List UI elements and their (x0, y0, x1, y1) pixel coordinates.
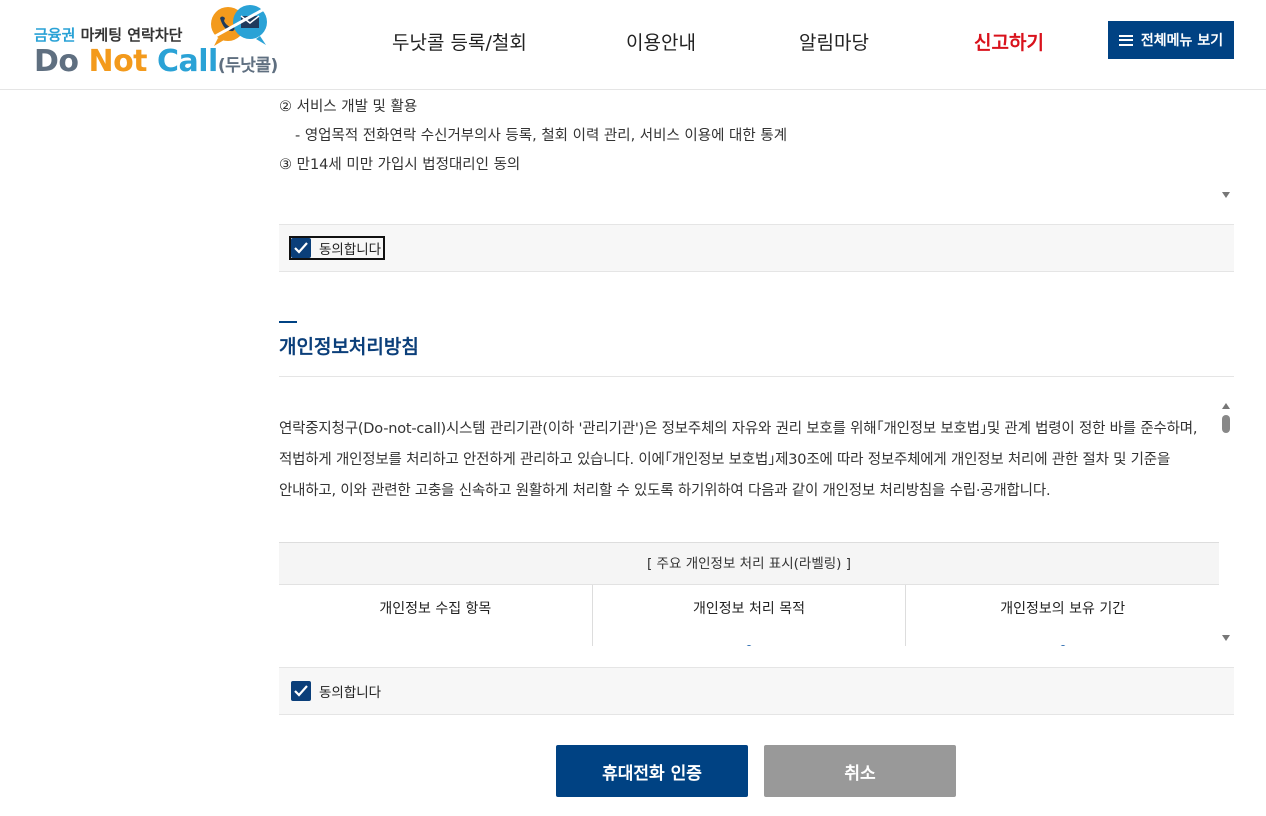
logo-word-korean: (두낫콜) (217, 56, 278, 76)
labeling-icon (1059, 645, 1066, 646)
phone-verification-button[interactable]: 휴대전화 인증 (556, 745, 748, 797)
site-header: 금융권 마케팅 연락차단 Do Not Call(두낫콜) 두낫콜 등록/철회 … (0, 0, 1266, 90)
agree-row-terms: 동의합니다 (279, 224, 1234, 272)
section-marker (279, 321, 297, 323)
logo-wordmark: Do Not Call(두낫콜) (34, 44, 278, 79)
logo-word-call: Call (156, 44, 218, 79)
site-logo[interactable]: 금융권 마케팅 연락차단 Do Not Call(두낫콜) (34, 4, 278, 84)
terms-scroll-box[interactable]: ② 서비스 개발 및 활용 - 영업목적 전화연락 수신거부의사 등록, 철회 … (279, 90, 1234, 210)
no-call-bubbles-icon (211, 5, 267, 46)
logo-subtitle-part1: 금융권 (34, 26, 76, 44)
logo-word-not: Not (88, 44, 157, 79)
nav-register-withdraw[interactable]: 두낫콜 등록/철회 (392, 28, 527, 55)
nav-report[interactable]: 신고하기 (974, 28, 1044, 55)
labeling-column-header: 개인정보의 보유 기간 (906, 585, 1219, 646)
cancel-button[interactable]: 취소 (764, 745, 956, 797)
agree-terms-checkbox[interactable]: 동의합니다 (288, 236, 386, 260)
labeling-column-label: 개인정보 수집 항목 (379, 601, 492, 617)
logo-word-do: Do (34, 44, 89, 79)
checkmark-icon (291, 681, 311, 701)
full-menu-button[interactable]: 전체메뉴 보기 (1108, 21, 1234, 59)
agree-row-privacy: 동의합니다 (279, 667, 1234, 715)
labeling-column-label: 개인정보의 보유 기간 (1000, 601, 1126, 617)
terms-line: - 영업목적 전화연락 수신거부의사 등록, 철회 이력 관리, 서비스 이용에… (295, 128, 788, 144)
labeling-column-label: 개인정보 처리 목적 (693, 601, 805, 617)
nav-usage-guide[interactable]: 이용안내 (626, 28, 696, 55)
privacy-policy-title: 개인정보처리방침 (279, 336, 419, 358)
agree-privacy-checkbox[interactable]: 동의합니다 (291, 681, 381, 701)
scroll-down-arrow-icon[interactable] (1222, 635, 1230, 641)
privacy-labeling-table: [ 주요 개인정보 처리 표시(라벨링) ] 개인정보 수집 항목 개인정보 처… (279, 542, 1219, 646)
privacy-scroll-box[interactable]: 연락중지청구(Do-not-call)시스템 관리기관(이하 '관리기관')은 … (279, 377, 1234, 646)
logo-subtitle: 금융권 마케팅 연락차단 (34, 24, 182, 45)
terms-line: ③ 만14세 미만 가입시 법정대리인 동의 (279, 157, 521, 173)
labeling-table-header: [ 주요 개인정보 처리 표시(라벨링) ] (279, 542, 1219, 585)
labeling-icon (746, 645, 752, 646)
scrollbar-thumb[interactable] (1222, 415, 1230, 433)
terms-line: ② 서비스 개발 및 활용 (279, 99, 418, 115)
labeling-column-header: 개인정보 수집 항목 (279, 585, 593, 646)
checkmark-icon (291, 238, 311, 258)
agree-terms-label: 동의합니다 (319, 242, 382, 258)
hamburger-icon (1118, 34, 1133, 46)
scroll-down-arrow-icon[interactable] (1222, 192, 1230, 198)
labeling-column-header: 개인정보 처리 목적 (593, 585, 907, 646)
privacy-intro-paragraph: 연락중지청구(Do-not-call)시스템 관리기관(이하 '관리기관')은 … (279, 421, 1198, 499)
nav-notice-board[interactable]: 알림마당 (799, 28, 869, 55)
scroll-up-arrow-icon[interactable] (1222, 403, 1230, 409)
full-menu-button-label: 전체메뉴 보기 (1140, 33, 1224, 49)
agree-privacy-label: 동의합니다 (319, 685, 382, 701)
logo-subtitle-part2: 마케팅 연락차단 (75, 26, 183, 44)
